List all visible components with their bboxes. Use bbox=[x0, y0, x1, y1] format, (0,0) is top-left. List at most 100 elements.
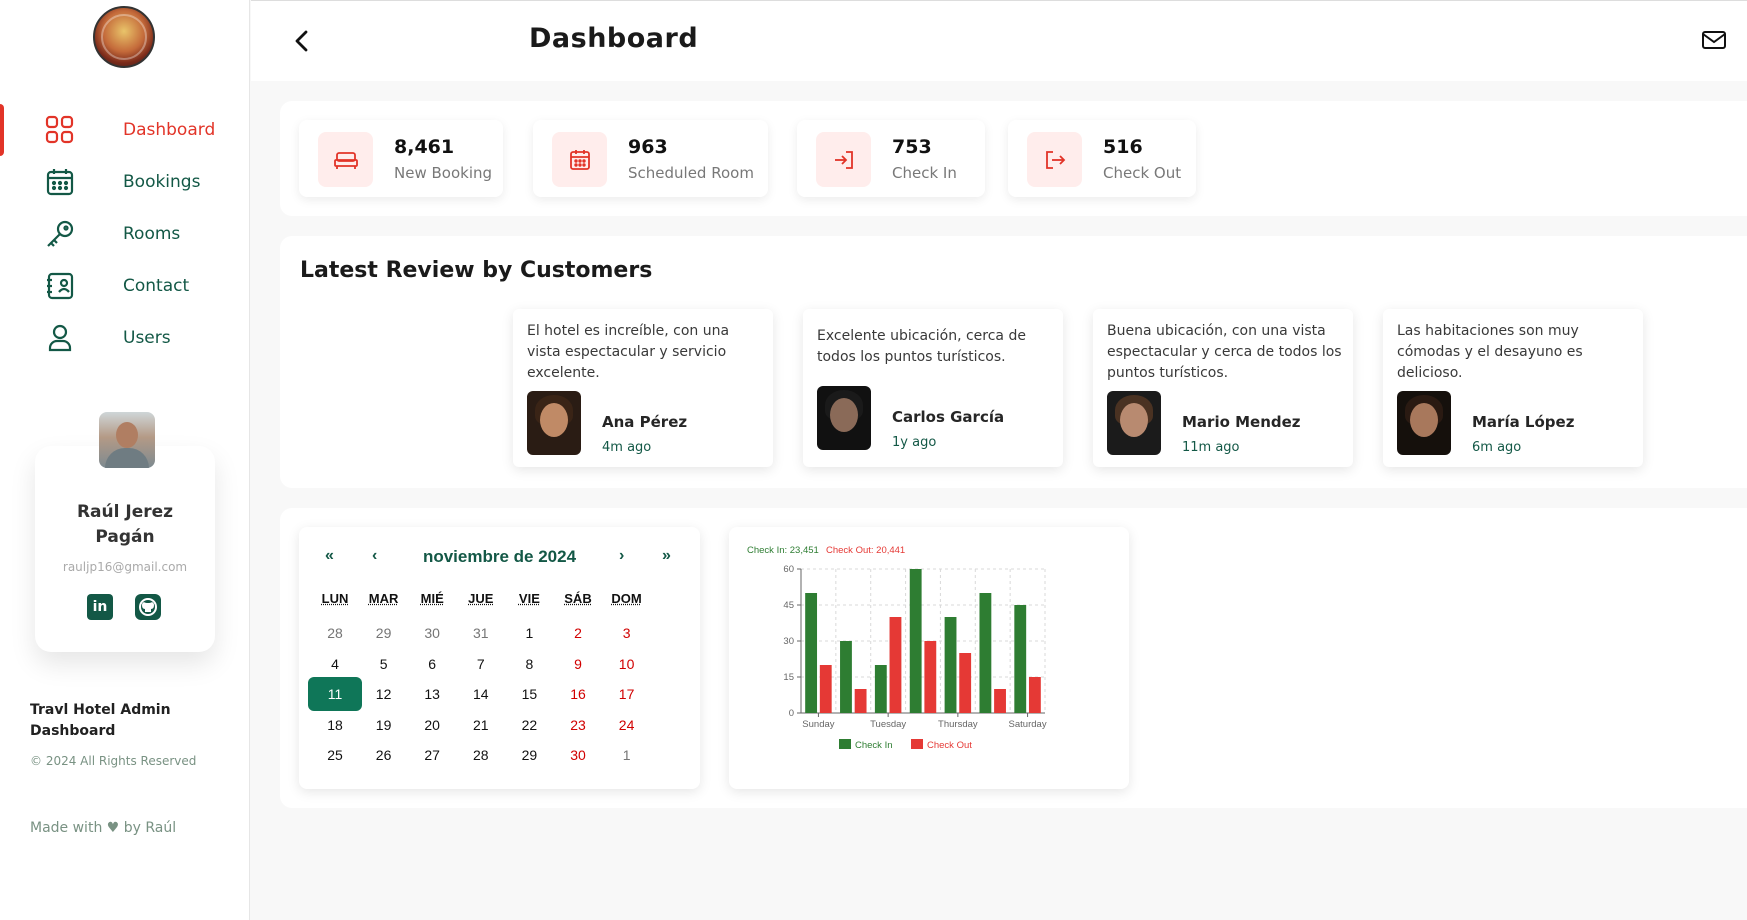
reviewer-name: María López bbox=[1472, 413, 1575, 431]
chart-bar-check-out bbox=[994, 689, 1006, 713]
avatar-face bbox=[1120, 403, 1148, 437]
copyright: © 2024 All Rights Reserved bbox=[30, 754, 197, 768]
chart-bar-check-in bbox=[909, 569, 922, 713]
calendar-day[interactable]: 28 bbox=[454, 738, 508, 772]
kpi-card-check-in[interactable]: 753 Check In bbox=[797, 120, 985, 197]
chart-y-tick-label: 45 bbox=[783, 600, 794, 611]
calendar-next-year-button[interactable]: » bbox=[662, 547, 671, 565]
calendar-month-label: noviembre de 2024 bbox=[422, 547, 577, 566]
review-time: 11m ago bbox=[1182, 440, 1240, 455]
reviews-panel: Latest Review by Customers El hotel es i… bbox=[280, 236, 1747, 488]
sidebar-item-contact[interactable]: Contact bbox=[0, 260, 250, 312]
calendar-day[interactable]: 23 bbox=[551, 708, 605, 742]
reviewer-name: Carlos García bbox=[892, 408, 1005, 426]
kpi-card-scheduled-room[interactable]: 963 Scheduled Room bbox=[533, 120, 768, 197]
calendar-day[interactable]: 16 bbox=[551, 677, 605, 711]
calendar-weekday: VIE bbox=[518, 591, 540, 606]
brand-title: Travl Hotel Admin Dashboard bbox=[30, 702, 171, 739]
avatar-head bbox=[116, 422, 138, 448]
chart-bar-check-in bbox=[805, 593, 818, 713]
calendar-day[interactable]: 15 bbox=[502, 677, 556, 711]
avatar-shirt bbox=[105, 448, 149, 468]
calendar-day[interactable]: 12 bbox=[357, 677, 411, 711]
kpi-value: 963 bbox=[628, 136, 668, 158]
calendar-day[interactable]: 9 bbox=[551, 647, 605, 681]
calendar-day[interactable]: 14 bbox=[454, 677, 508, 711]
calendar-day[interactable]: 18 bbox=[308, 708, 362, 742]
sidebar-item-dashboard[interactable]: Dashboard bbox=[0, 104, 250, 156]
chart-x-tick-label: Thursday bbox=[938, 719, 978, 730]
calendar-day[interactable]: 6 bbox=[405, 647, 459, 681]
chart-bar-check-out bbox=[889, 617, 902, 713]
review-card[interactable]: Excelente ubicación, cerca de todos los … bbox=[803, 309, 1063, 467]
calendar-day[interactable]: 1 bbox=[502, 616, 556, 650]
calendar-day[interactable]: 30 bbox=[405, 616, 459, 650]
top-header: Dashboard bbox=[251, 0, 1747, 81]
calendar-day[interactable]: 7 bbox=[454, 647, 508, 681]
chart-y-tick-label: 0 bbox=[789, 708, 794, 719]
sidebar-item-label: Bookings bbox=[123, 172, 201, 192]
sidebar-item-bookings[interactable]: Bookings bbox=[0, 156, 250, 208]
bar-chart: Check In: 23,451 Check Out: 20,441 0 15 30 45… bbox=[747, 545, 1047, 751]
calendar-day[interactable]: 29 bbox=[502, 738, 556, 772]
review-text: Buena ubicación, con una vista espectacu… bbox=[1107, 323, 1342, 381]
user-icon bbox=[44, 322, 76, 354]
hotel-logo[interactable] bbox=[93, 6, 155, 68]
calendar-day[interactable]: 24 bbox=[600, 708, 654, 742]
calendar-icon bbox=[44, 166, 76, 198]
chart-summary-check-in: Check In: 23,451 bbox=[747, 545, 819, 556]
calendar-day[interactable]: 11 bbox=[308, 677, 362, 711]
chart-legend-swatch bbox=[839, 739, 851, 749]
sidebar: Dashboard Bookings Rooms Contact Users R… bbox=[0, 0, 250, 920]
review-card[interactable]: Las habitaciones son muy cómodas y el de… bbox=[1383, 309, 1643, 467]
chart-bar-check-in bbox=[979, 593, 992, 713]
linkedin-icon[interactable]: in bbox=[87, 594, 113, 620]
chart-bar-check-out bbox=[819, 665, 832, 713]
calendar-day[interactable]: 4 bbox=[308, 647, 362, 681]
review-card[interactable]: Buena ubicación, con una vista espectacu… bbox=[1093, 309, 1353, 467]
sidebar-item-label: Users bbox=[123, 328, 171, 348]
calendar-day[interactable]: 26 bbox=[357, 738, 411, 772]
bar-chart-card: Check In: 23,451 Check Out: 20,441 0 15 30 45… bbox=[729, 527, 1129, 789]
calendar-day[interactable]: 22 bbox=[502, 708, 556, 742]
calendar-day[interactable]: 25 bbox=[308, 738, 362, 772]
calendar-day[interactable]: 5 bbox=[357, 647, 411, 681]
review-card[interactable]: El hotel es increíble, con una vista esp… bbox=[513, 309, 773, 467]
avatar-face bbox=[1410, 403, 1438, 437]
avatar[interactable] bbox=[99, 412, 155, 468]
calendar-day[interactable]: 29 bbox=[357, 616, 411, 650]
calendar-day[interactable]: 1 bbox=[600, 738, 654, 772]
chart-bar-check-out bbox=[924, 641, 937, 713]
made-with: Made with ♥ by Raúl bbox=[30, 820, 177, 836]
sidebar-item-label: Contact bbox=[123, 276, 190, 296]
calendar-day[interactable]: 3 bbox=[600, 616, 654, 650]
reviewer-name: Mario Mendez bbox=[1182, 413, 1301, 431]
review-time: 6m ago bbox=[1472, 440, 1522, 455]
calendar-day[interactable]: 8 bbox=[502, 647, 556, 681]
chart-summary-check-out: Check Out: 20,441 bbox=[826, 545, 905, 556]
calendar-icon bbox=[552, 132, 607, 187]
calendar-day[interactable]: 10 bbox=[600, 647, 654, 681]
chart-x-tick-label: Sunday bbox=[802, 719, 834, 730]
chart-x-tick-label: Saturday bbox=[1009, 719, 1047, 730]
calendar-day[interactable]: 28 bbox=[308, 616, 362, 650]
bed-icon bbox=[318, 132, 373, 187]
reviewer-name: Ana Pérez bbox=[602, 413, 688, 431]
calendar-next-month-button[interactable]: › bbox=[619, 547, 624, 565]
github-icon[interactable] bbox=[135, 594, 161, 620]
back-arrow-icon[interactable] bbox=[289, 25, 315, 57]
sidebar-item-rooms[interactable]: Rooms bbox=[0, 208, 250, 260]
calendar-day[interactable]: 31 bbox=[454, 616, 508, 650]
calendar-day[interactable]: 20 bbox=[405, 708, 459, 742]
mail-icon[interactable] bbox=[1701, 29, 1727, 51]
calendar-day[interactable]: 27 bbox=[405, 738, 459, 772]
calendar-day[interactable]: 19 bbox=[357, 708, 411, 742]
calendar-day[interactable]: 21 bbox=[454, 708, 508, 742]
sidebar-item-users[interactable]: Users bbox=[0, 312, 250, 364]
calendar-day[interactable]: 2 bbox=[551, 616, 605, 650]
calendar-day[interactable]: 30 bbox=[551, 738, 605, 772]
calendar-day[interactable]: 17 bbox=[600, 677, 654, 711]
kpi-card-check-out[interactable]: 516 Check Out bbox=[1008, 120, 1196, 197]
calendar-day[interactable]: 13 bbox=[405, 677, 459, 711]
kpi-card-new-booking[interactable]: 8,461 New Booking bbox=[299, 120, 503, 197]
